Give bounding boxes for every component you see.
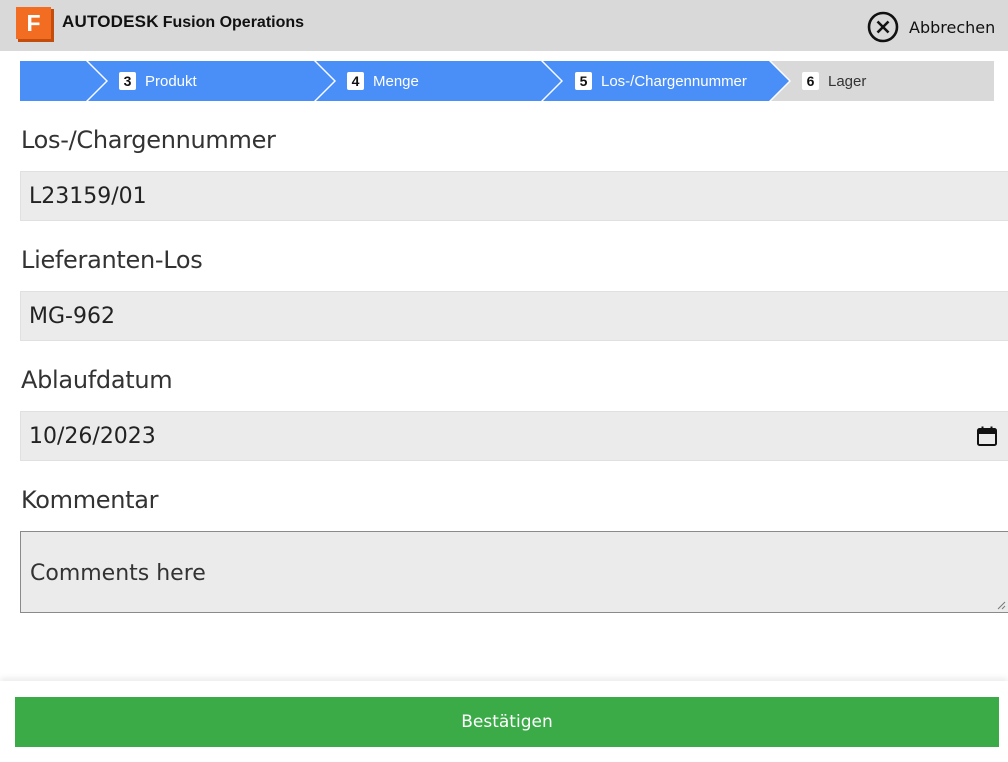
step-menge[interactable]: 4 Menge [347,61,419,101]
expiry-date-input[interactable]: 10/26/2023 [20,411,1008,461]
lot-number-input[interactable]: L23159/01 [20,171,1008,221]
resize-handle-icon[interactable] [996,600,1006,610]
expiry-date-value: 10/26/2023 [29,423,156,449]
step-label: Produkt [145,72,197,90]
comment-label: Kommentar [21,486,159,514]
cancel-button[interactable]: Abbrechen [866,10,995,44]
app-header: F AUTODESK Fusion Operations Abbrechen [0,0,1008,51]
footer-bar: Bestätigen [0,681,1008,762]
step-los-chargennummer[interactable]: 5 Los-/Chargennummer [575,61,747,101]
supplier-lot-label: Lieferanten-Los [21,246,203,274]
close-circle-icon [867,11,899,43]
step-produkt[interactable]: 3 Produkt [119,61,197,101]
confirm-button[interactable]: Bestätigen [15,697,999,747]
cancel-label: Abbrechen [909,17,996,37]
step-number: 5 [575,72,592,90]
step-number: 4 [347,72,364,90]
step-label: Menge [373,72,419,90]
expiry-date-label: Ablaufdatum [21,366,173,394]
step-lager[interactable]: 6 Lager [802,61,866,101]
lot-number-label: Los-/Chargennummer [21,126,276,154]
product-name: Fusion Operations [162,14,305,31]
step-progress: 3 Produkt 4 Menge 5 Los-/Chargennummer 6… [20,61,994,101]
step-segment-0 [20,61,106,101]
step-label: Lager [828,72,867,90]
step-number: 6 [802,72,819,90]
step-label: Los-/Chargennummer [601,72,747,90]
calendar-icon[interactable] [976,425,998,447]
brand-name: AUTODESK [62,12,159,31]
comment-textarea[interactable]: Comments here [20,531,1008,613]
step-number: 3 [119,72,136,90]
app-title: AUTODESK Fusion Operations [62,12,304,32]
fusion-logo: F [16,7,54,42]
comment-placeholder: Comments here [30,561,206,586]
supplier-lot-input[interactable]: MG-962 [20,291,1008,341]
